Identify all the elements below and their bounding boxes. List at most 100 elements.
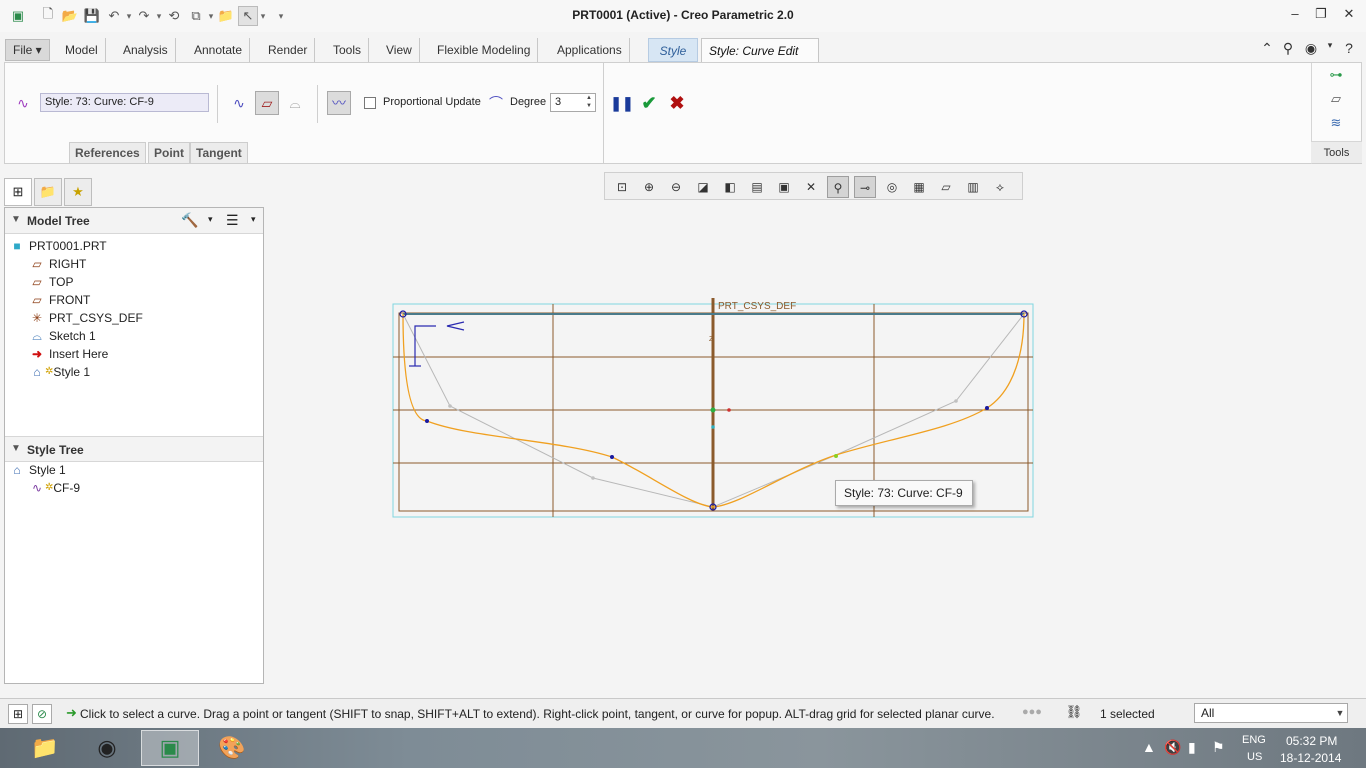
tree-item-style[interactable]: ⌂ ✲ Style 1: [29, 363, 90, 381]
planar-curve-icon[interactable]: ▱: [255, 91, 279, 115]
file-explorer-icon[interactable]: 📁: [16, 730, 74, 766]
find-icon[interactable]: ⛓: [1062, 704, 1086, 724]
tree-item-insert-here[interactable]: ➜ Insert Here: [29, 345, 108, 363]
saved-views-icon[interactable]: ▤: [746, 176, 768, 198]
chevron-down-icon[interactable]: ▼: [1333, 704, 1347, 722]
paint-icon[interactable]: 🎨: [203, 730, 261, 766]
language-indicator[interactable]: ENG: [1242, 734, 1266, 746]
tree-settings-icon[interactable]: 🔨: [181, 212, 198, 229]
pause-icon[interactable]: ❚❚: [610, 91, 634, 115]
display-style-icon[interactable]: ◧: [719, 176, 741, 198]
annotation-display-icon[interactable]: ◎: [881, 176, 903, 198]
interpolation-point[interactable]: [610, 455, 614, 459]
search-icon[interactable]: ⚲: [1279, 40, 1297, 58]
tree-item-right[interactable]: ▱ RIGHT: [29, 255, 86, 273]
control-point[interactable]: [591, 476, 595, 480]
tab-file[interactable]: File ▾: [5, 39, 50, 61]
model-tree-header[interactable]: ▼ Model Tree 🔨 ▾ ☰ ▾: [5, 208, 263, 234]
show-hidden-icons-icon[interactable]: ▲: [1142, 739, 1156, 755]
speaker-icon[interactable]: 🔇: [1164, 739, 1181, 756]
curve-analysis-icon[interactable]: ≋: [1325, 115, 1347, 135]
show-menu-icon[interactable]: ☰: [226, 212, 239, 229]
chrome-icon[interactable]: ◉: [78, 730, 136, 766]
tab-tools[interactable]: Tools: [326, 38, 370, 62]
collapse-triangle-icon[interactable]: ▼: [11, 214, 21, 225]
degree-spinner-icon[interactable]: ▲ ▼: [583, 94, 595, 111]
plane-tool-icon[interactable]: ▱: [1325, 91, 1347, 111]
tab-tangent[interactable]: Tangent: [190, 142, 248, 164]
view-manager-icon[interactable]: ▣: [773, 176, 795, 198]
tree-item-part[interactable]: ■ PRT0001.PRT: [9, 237, 106, 255]
datum-display-icon[interactable]: ✕: [800, 176, 822, 198]
show-navigator-icon[interactable]: ⊞: [8, 704, 28, 724]
tree-settings-dropdown-icon[interactable]: ▾: [208, 214, 213, 225]
tab-style[interactable]: Style: [648, 38, 698, 62]
community-dropdown-icon[interactable]: ▾: [1321, 40, 1339, 58]
cos-curve-icon[interactable]: ⌓: [283, 91, 307, 115]
zoom-out-icon[interactable]: ⊖: [665, 176, 687, 198]
tree-item-sketch[interactable]: ⌓ Sketch 1: [29, 327, 95, 345]
minimize-icon[interactable]: ‒: [1284, 6, 1306, 26]
tab-view[interactable]: View: [379, 38, 420, 62]
tab-render[interactable]: Render: [261, 38, 316, 62]
plane-display-icon[interactable]: ▱: [935, 176, 957, 198]
curve-reference-field[interactable]: Style: 73: Curve: CF-9: [40, 93, 209, 112]
tab-applications[interactable]: Applications: [550, 38, 630, 62]
clock-date[interactable]: 18-12-2014: [1280, 751, 1341, 765]
close-icon[interactable]: ✕: [1338, 6, 1360, 26]
tab-references[interactable]: References: [69, 142, 146, 164]
curvature-plot-icon[interactable]: 〰: [327, 91, 351, 115]
interpolation-point[interactable]: [985, 406, 989, 410]
collapse-ribbon-icon[interactable]: ⌃: [1258, 40, 1276, 58]
internal-plane-icon[interactable]: ▥: [962, 176, 984, 198]
community-icon[interactable]: ◉: [1302, 40, 1320, 58]
free-curve-icon[interactable]: ∿: [227, 91, 251, 115]
style-tree-item-curve[interactable]: ∿ ✲ CF-9: [29, 479, 80, 497]
control-point[interactable]: [448, 404, 452, 408]
ribbon-tab-bar: File ▾ Model Analysis Annotate Render To…: [0, 38, 1366, 64]
grid-display-icon[interactable]: ▦: [908, 176, 930, 198]
selection-filter-dropdown[interactable]: All: [1194, 703, 1348, 723]
network-icon[interactable]: ▮: [1188, 739, 1196, 756]
control-point[interactable]: [954, 399, 958, 403]
view-normal-icon[interactable]: ⟡: [989, 176, 1011, 198]
tab-flexible-modeling[interactable]: Flexible Modeling: [430, 38, 539, 62]
interpolation-point[interactable]: [834, 454, 838, 458]
tab-annotate[interactable]: Annotate: [187, 38, 251, 62]
creo-taskbar-icon[interactable]: ▣: [141, 730, 199, 766]
refit-icon[interactable]: ⊡: [611, 176, 633, 198]
collapse-triangle-icon[interactable]: ▼: [11, 443, 21, 454]
tab-point[interactable]: Point: [148, 142, 190, 164]
keyboard-layout-indicator[interactable]: US: [1247, 751, 1262, 763]
restore-icon[interactable]: ❐: [1310, 6, 1332, 26]
cancel-x-icon[interactable]: ✖: [665, 91, 689, 115]
zoom-in-icon[interactable]: ⊕: [638, 176, 660, 198]
message-arrow-icon: ➜: [66, 705, 77, 720]
clock-time[interactable]: 05:32 PM: [1286, 734, 1337, 748]
tree-item-front[interactable]: ▱ FRONT: [29, 291, 90, 309]
ok-checkmark-icon[interactable]: ✔: [637, 91, 661, 115]
repaint-icon[interactable]: ◪: [692, 176, 714, 198]
folder-browser-tab-icon[interactable]: 📁: [34, 178, 62, 206]
style-tree-item-style[interactable]: ⌂ Style 1: [9, 461, 65, 479]
tree-item-label: TOP: [49, 275, 74, 289]
help-icon[interactable]: ?: [1340, 40, 1358, 58]
interpolation-point[interactable]: [425, 419, 429, 423]
tab-style-curve-edit[interactable]: Style: Curve Edit: [701, 38, 819, 64]
proportional-update-checkbox[interactable]: [364, 97, 376, 109]
analysis-tool-icon[interactable]: ⊶: [1325, 67, 1347, 87]
favorites-tab-icon[interactable]: ★: [64, 178, 92, 206]
point-display-icon[interactable]: ⊸: [854, 176, 876, 198]
model-tree-tab-icon[interactable]: ⊞: [4, 178, 32, 206]
csys-label[interactable]: PRT_CSYS_DEF: [718, 301, 796, 312]
tab-model[interactable]: Model: [58, 38, 106, 62]
action-center-icon[interactable]: ⚑: [1212, 739, 1225, 756]
spin-center-icon[interactable]: ⚲: [827, 176, 849, 198]
style-tree-header[interactable]: ▼ Style Tree: [5, 436, 263, 462]
tree-item-csys[interactable]: ✳ PRT_CSYS_DEF: [29, 309, 143, 327]
separator: [603, 63, 604, 164]
show-browser-icon[interactable]: ⊘: [32, 704, 52, 724]
show-menu-dropdown-icon[interactable]: ▾: [251, 214, 256, 225]
tree-item-top[interactable]: ▱ TOP: [29, 273, 73, 291]
tab-analysis[interactable]: Analysis: [116, 38, 176, 62]
